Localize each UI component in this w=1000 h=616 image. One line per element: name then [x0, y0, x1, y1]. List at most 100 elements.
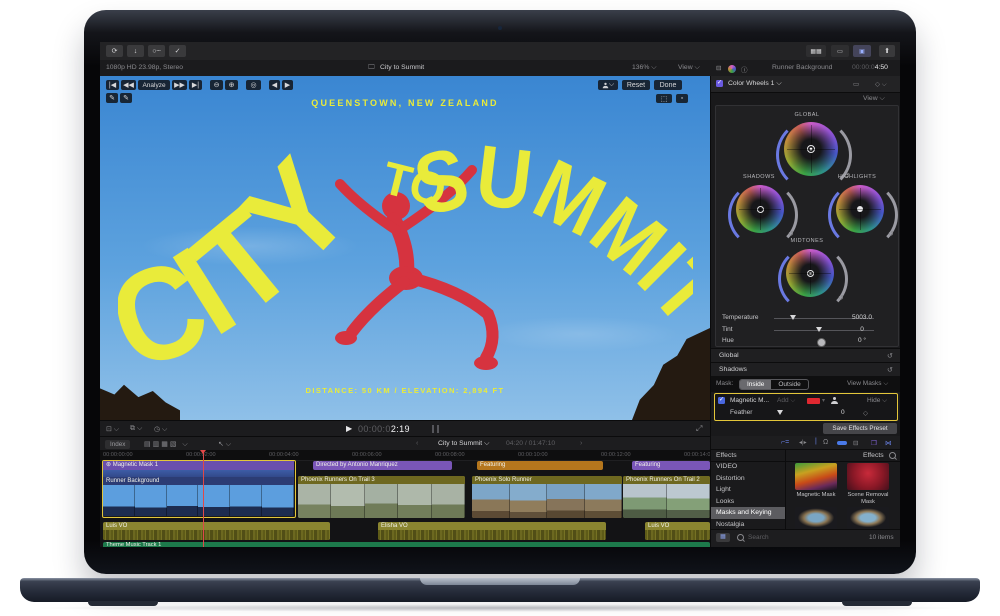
done-button[interactable]: Done	[654, 80, 682, 90]
target-icon[interactable]: ◎	[246, 80, 261, 90]
headphones-icon[interactable]: Ω	[823, 439, 828, 446]
midtones-wheel-puck[interactable]	[807, 270, 814, 277]
timeline-forward-icon[interactable]: ›	[580, 440, 582, 447]
music-clip-theme-track[interactable]: Theme Music Track 1	[103, 542, 710, 547]
shadows-reset-icon[interactable]: ↺	[788, 230, 794, 238]
swatch-chevron-icon[interactable]: ▾	[822, 397, 825, 404]
video-inspector-icon[interactable]: ⊟	[716, 64, 721, 72]
share-button[interactable]: ⬆	[879, 45, 895, 57]
play-button[interactable]: ▶	[346, 424, 352, 433]
mask-outside-option[interactable]: Outside	[771, 380, 807, 389]
info-inspector-icon[interactable]: ⓘ	[741, 64, 748, 74]
feather-slider-thumb[interactable]	[777, 410, 783, 415]
shadows-color-wheel[interactable]	[736, 185, 784, 233]
clip-browser-icon[interactable]: ⊟	[853, 439, 858, 447]
go-start-button[interactable]: |◀	[106, 80, 119, 90]
position-tool-icon[interactable]: |	[815, 438, 817, 445]
tint-slider-thumb[interactable]	[816, 327, 822, 332]
person-mask-icon[interactable]	[831, 397, 838, 404]
highlights-reset-icon[interactable]: ↺	[888, 230, 894, 238]
highlights-wheel-puck[interactable]	[857, 206, 863, 212]
category-light[interactable]: Light	[711, 484, 785, 496]
hue-value[interactable]: 0 °	[836, 337, 888, 344]
step-back-button[interactable]: ◀◀	[121, 80, 136, 90]
effect-thumb-row2-2[interactable]	[847, 507, 889, 529]
thumbnail-view-icon[interactable]: ▦	[716, 533, 730, 542]
browser-layout-toggle[interactable]: ▦▦	[806, 45, 826, 57]
mask-hide-menu[interactable]: Hide ⌵	[867, 397, 887, 405]
clip-appearance-icons[interactable]: ▤▥▦▧ ⌵	[144, 440, 190, 449]
category-masks-and-keying[interactable]: Masks and Keying	[711, 507, 785, 519]
shadows-section-row[interactable]: Shadows ↺	[711, 362, 900, 377]
distort-tool-button[interactable]: ◷ ⌵	[154, 425, 167, 434]
category-distortion[interactable]: Distortion	[711, 473, 785, 485]
wheels-view-menu[interactable]: View ⌵	[863, 95, 885, 103]
color-inspector-icon[interactable]	[728, 65, 736, 73]
global-section-row[interactable]: Global ↺	[711, 348, 900, 363]
transform-tool-button[interactable]: ⊡ ⌵	[106, 425, 119, 434]
keyword-editor-button[interactable]: ○┄	[148, 45, 165, 57]
mask-inside-outside-segmented[interactable]: Inside Outside	[739, 379, 809, 390]
runner-background-clip[interactable]: Runner Background	[103, 477, 294, 516]
transitions-browser-icon[interactable]: ⋈	[885, 439, 892, 447]
mask-add-menu[interactable]: Add ⌵	[777, 397, 795, 405]
category-video[interactable]: VIDEO	[711, 461, 785, 473]
effect-thumb-magnetic-mask[interactable]	[795, 463, 837, 490]
shadows-wheel-puck[interactable]	[757, 206, 764, 213]
view-menu[interactable]: View ⌵	[678, 64, 700, 72]
audio-clip-luis-vo-1[interactable]: Luis VO	[103, 522, 330, 540]
reset-button[interactable]: Reset	[622, 80, 650, 90]
feather-keyframe-icon[interactable]: ◇	[863, 409, 868, 417]
playhead[interactable]	[203, 450, 204, 547]
keyframe-diamond-icon[interactable]: ◇ ⌵	[875, 80, 887, 89]
mask-color-swatch[interactable]	[807, 398, 820, 404]
timeline-layout-toggle[interactable]: ▭	[831, 45, 849, 57]
magnetic-mask-row[interactable]: ✓ Magnetic M... Add ⌵ ▾ Hide ⌵ Feather 0…	[714, 393, 898, 421]
timeline-project-menu[interactable]: City to Summit ⌵	[438, 440, 489, 448]
temperature-slider-thumb[interactable]	[790, 315, 796, 320]
mask-enabled-checkbox[interactable]: ✓	[718, 397, 725, 404]
midtones-reset-icon[interactable]: ↺	[838, 294, 844, 302]
snapping-magnet-icon[interactable]: ⌐=	[781, 439, 789, 446]
effect-thumb-row2-1[interactable]	[795, 507, 837, 529]
crop-tool-button[interactable]: ⧉ ⌵	[130, 425, 142, 433]
go-end-button[interactable]: ▶|	[189, 80, 202, 90]
highlights-color-wheel[interactable]	[836, 185, 884, 233]
import-media-button[interactable]: ⟳	[106, 45, 123, 57]
title-clip-featuring-2[interactable]: Featuring	[632, 461, 710, 470]
temperature-value[interactable]: 5003.0	[836, 314, 888, 321]
save-effects-preset-button[interactable]: Save Effects Preset	[823, 423, 897, 434]
inspector-toggle[interactable]: ▣	[853, 45, 871, 57]
download-button[interactable]: ↓	[127, 45, 144, 57]
background-tasks-button[interactable]: ✓	[169, 45, 186, 57]
view-masks-menu[interactable]: View Masks ⌵	[847, 380, 888, 388]
effects-browser-icon[interactable]: ❒	[871, 439, 877, 447]
video-clip-phoenix-trail-2[interactable]: Phoenix Runners On Trail 2	[623, 476, 710, 518]
category-looks[interactable]: Looks	[711, 496, 785, 508]
video-clip-phoenix-trail-3[interactable]: Phoenix Runners On Trail 3	[298, 476, 465, 518]
skimmer-toggle-icon[interactable]	[837, 441, 847, 445]
effect-enabled-checkbox[interactable]: ✓	[716, 80, 723, 87]
magnetic-mask-clip[interactable]: ⊛ Magnetic Mask 1	[103, 461, 294, 470]
effects-search-icon[interactable]	[889, 452, 896, 459]
step-forward-button[interactable]: ▶▶	[172, 80, 187, 90]
zoom-out-icon[interactable]: ⊖	[210, 80, 223, 90]
effect-row[interactable]: ✓ Color Wheels 1 ⌵ ▭ ◇ ⌵	[711, 76, 900, 93]
midtones-color-wheel[interactable]	[786, 249, 834, 297]
tool-menu[interactable]: ↖ ⌵	[218, 440, 231, 449]
prev-icon[interactable]: ◀	[269, 80, 280, 90]
global-section-reset-icon[interactable]: ↺	[887, 352, 893, 360]
zoom-level-menu[interactable]: 136% ⌵	[632, 64, 656, 72]
global-color-wheel[interactable]	[784, 122, 838, 176]
feather-value[interactable]: 0	[841, 409, 845, 416]
video-clip-phoenix-solo-runner[interactable]: Phoenix Solo Runner	[472, 476, 622, 518]
index-button[interactable]: Index	[105, 440, 130, 449]
category-nostalgia[interactable]: Nostalgia	[711, 519, 785, 530]
search-field[interactable]: Search	[748, 534, 769, 541]
tint-value[interactable]: 0	[836, 326, 888, 333]
mask-inside-option[interactable]: Inside	[740, 380, 771, 389]
title-clip-featuring-1[interactable]: Featuring	[477, 461, 603, 470]
global-wheel-puck[interactable]	[807, 145, 815, 153]
next-icon[interactable]: ▶	[282, 80, 293, 90]
timeline-back-icon[interactable]: ‹	[416, 440, 418, 447]
